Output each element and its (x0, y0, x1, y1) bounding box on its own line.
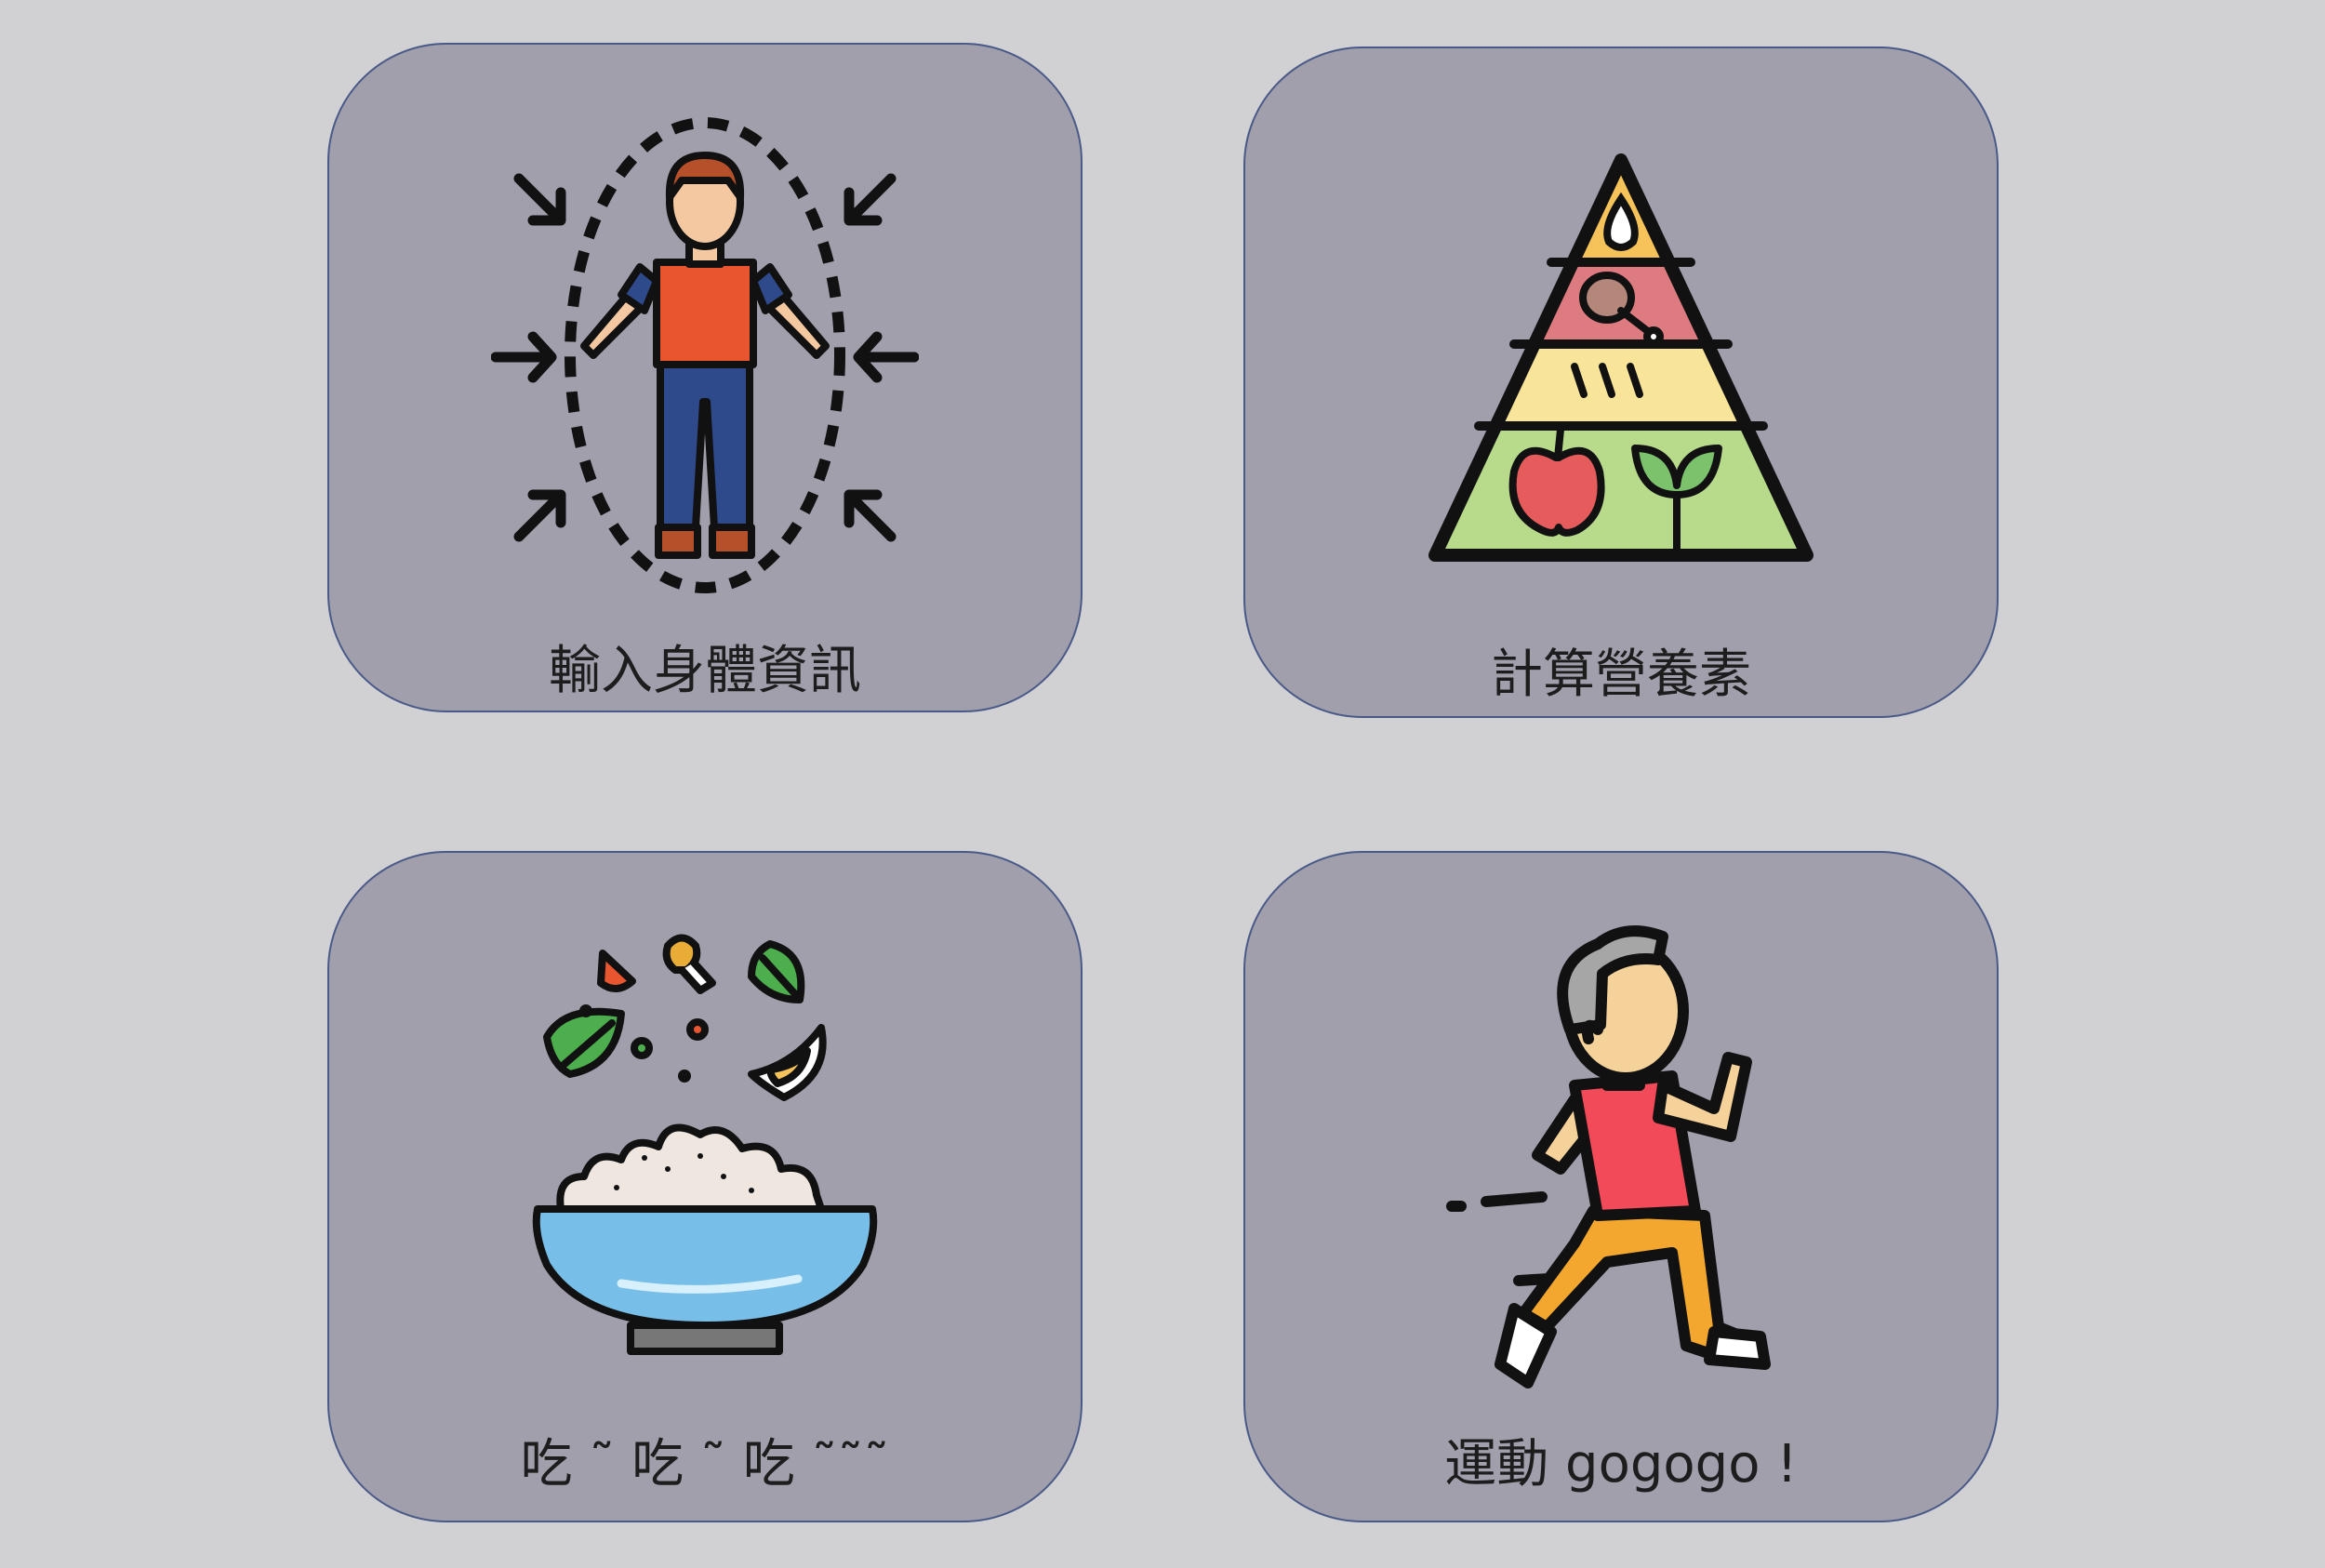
body-measure-icon (491, 117, 919, 593)
calculate-nutrients-card[interactable]: 計算營養素 (1243, 47, 1999, 718)
calculate-nutrients-label: 計算營養素 (1491, 644, 1751, 705)
salad-bowl-icon (532, 934, 878, 1355)
eat-label: 吃 ˜ 吃 ˜ 吃 ˜˜˜ (520, 1434, 890, 1495)
food-pyramid-icon (1428, 153, 1814, 562)
eat-card[interactable]: 吃 ˜ 吃 ˜ 吃 ˜˜˜ (327, 851, 1083, 1522)
running-person-icon (1446, 925, 1771, 1389)
exercise-label: 運動 gogogo ! (1444, 1434, 1798, 1495)
body-info-card[interactable]: 輸入身體資訊 (327, 43, 1083, 712)
body-info-label: 輸入身體資訊 (549, 641, 861, 701)
exercise-card[interactable]: 運動 gogogo ! (1243, 851, 1999, 1522)
